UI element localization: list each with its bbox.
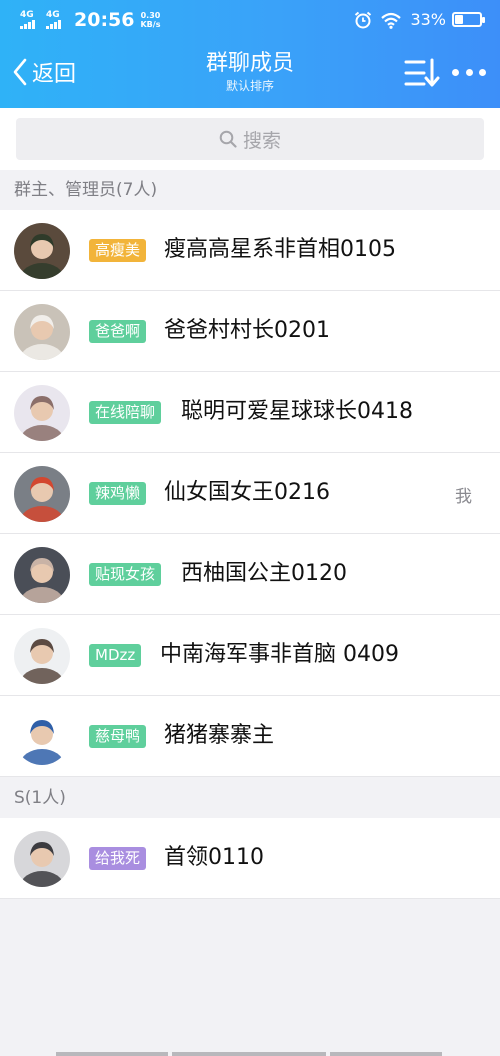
avatar — [14, 547, 70, 603]
member-row[interactable]: MDzz 中南海军事非首脑 0409 — [0, 615, 500, 696]
self-indicator: 我 — [455, 487, 472, 507]
member-name: 西柚国公主0120 — [181, 561, 347, 586]
signal-sim2-icon: 4G — [46, 11, 68, 29]
member-row[interactable]: 贴现女孩 西柚国公主0120 — [0, 534, 500, 615]
member-title-badge: 贴现女孩 — [89, 563, 162, 586]
member-row[interactable]: 慈母鸭 猪猪寨寨主 — [0, 696, 500, 777]
search-placeholder: 搜索 — [242, 129, 281, 152]
nav-bar: 返回 群聊成员 默认排序 — [0, 40, 500, 108]
wifi-icon — [381, 12, 402, 29]
member-row[interactable]: 在线陪聊 聪明可爱星球球长0418 — [0, 372, 500, 453]
member-row[interactable]: 给我死 首领0110 — [0, 818, 500, 899]
sim2-network: 4G — [46, 10, 60, 20]
sort-mode-label: 默认排序 — [225, 79, 274, 93]
search-input[interactable]: 搜索 — [16, 118, 484, 160]
more-dot — [479, 68, 486, 76]
sort-icon — [404, 58, 440, 87]
member-title-badge: MDzz — [89, 644, 142, 667]
member-name: 仙女国女王0216 — [164, 480, 330, 505]
sort-button[interactable] — [404, 58, 440, 88]
member-title-badge: 在线陪聊 — [89, 401, 162, 424]
avatar — [14, 385, 70, 441]
status-bar: 4G 4G 20:56 0.30 KB/s 33% — [0, 0, 500, 40]
member-name: 爸爸村村长0201 — [164, 318, 330, 343]
member-title-badge: 辣鸡懒 — [89, 482, 147, 505]
avatar — [14, 831, 70, 887]
battery-icon — [452, 12, 485, 27]
avatar — [14, 466, 70, 522]
avatar — [14, 304, 70, 360]
avatar — [14, 709, 70, 765]
member-row[interactable]: 高瘦美 瘦高高星系非首相0105 — [0, 210, 500, 291]
avatar — [14, 628, 70, 684]
home-indicator — [0, 1052, 500, 1056]
page-title: 群聊成员 — [205, 51, 294, 76]
more-dot — [465, 68, 473, 76]
member-list-admins: 高瘦美 瘦高高星系非首相0105 爸爸啊 爸爸村村长0201 在线陪聊 聪明可爱… — [0, 210, 500, 777]
member-list-s: 给我死 首领0110 — [0, 818, 500, 899]
member-name: 瘦高高星系非首相0105 — [164, 237, 396, 262]
member-title-badge: 爸爸啊 — [89, 320, 147, 343]
back-label: 返回 — [32, 62, 77, 87]
member-name: 聪明可爱星球球长0418 — [181, 399, 413, 424]
more-dot — [452, 68, 459, 76]
back-button[interactable]: 返回 — [12, 54, 76, 90]
network-speed: 0.30 KB/s — [140, 11, 160, 29]
speed-value: 0.30 — [140, 11, 161, 20]
section-header-admins: 群主、管理员(7人) — [0, 170, 500, 210]
clock: 20:56 — [74, 9, 135, 31]
member-title-badge: 高瘦美 — [89, 239, 147, 262]
member-row[interactable]: 辣鸡懒 仙女国女王0216 我 — [0, 453, 500, 534]
chevron-left-icon — [13, 58, 27, 86]
member-row[interactable]: 爸爸啊 爸爸村村长0201 — [0, 291, 500, 372]
battery-percent: 33% — [410, 10, 446, 29]
search-area: 搜索 — [0, 108, 500, 170]
search-icon — [219, 130, 237, 148]
alarm-icon — [355, 11, 372, 28]
member-title-badge: 慈母鸭 — [89, 725, 147, 748]
signal-sim1-icon: 4G — [20, 11, 42, 29]
more-button[interactable] — [452, 62, 486, 82]
member-name: 首领0110 — [164, 845, 264, 870]
header: 4G 4G 20:56 0.30 KB/s 33% 返回 群聊成员 默认排序 — [0, 0, 500, 108]
avatar — [14, 223, 70, 279]
member-name: 中南海军事非首脑 0409 — [160, 642, 399, 667]
title-box: 群聊成员 默认排序 — [150, 50, 350, 94]
sim1-network: 4G — [20, 10, 34, 20]
speed-unit: KB/s — [140, 20, 161, 29]
section-header-s: S(1人) — [0, 778, 500, 818]
battery-level — [455, 15, 463, 24]
member-title-badge: 给我死 — [89, 847, 147, 870]
member-name: 猪猪寨寨主 — [164, 723, 275, 748]
